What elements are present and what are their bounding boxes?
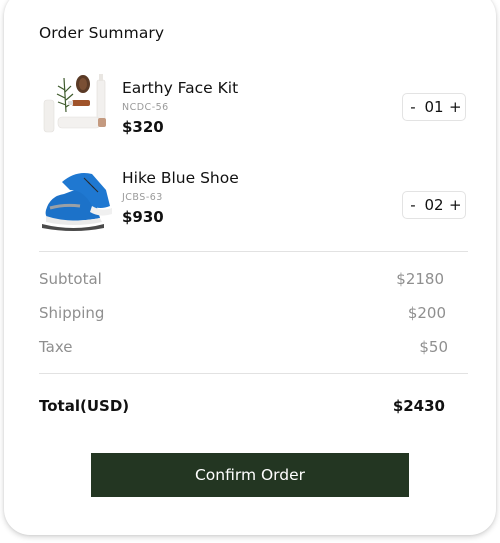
tax-value: $50 bbox=[419, 338, 448, 356]
order-summary-title: Order Summary bbox=[39, 24, 165, 42]
blue-sneakers-image bbox=[42, 173, 112, 231]
item-sku: JCBS-63 bbox=[122, 192, 163, 203]
shipping-value: $200 bbox=[407, 304, 446, 322]
decrement-button[interactable]: - bbox=[407, 196, 419, 214]
confirm-order-button[interactable]: Confirm Order bbox=[91, 453, 409, 497]
item-price: $320 bbox=[122, 118, 164, 136]
item-price: $930 bbox=[122, 208, 164, 226]
subtotal-label: Subtotal bbox=[39, 270, 102, 288]
decrement-button[interactable]: - bbox=[407, 98, 419, 116]
increment-button[interactable]: + bbox=[449, 196, 462, 214]
divider bbox=[39, 373, 468, 374]
shipping-label: Shipping bbox=[39, 304, 105, 322]
skincare-kit-image bbox=[43, 74, 106, 133]
total-label: Total(USD) bbox=[39, 397, 130, 415]
quantity-value[interactable]: 01 bbox=[419, 98, 449, 116]
divider bbox=[39, 251, 468, 252]
quantity-stepper: - 02 + bbox=[402, 191, 466, 219]
tax-label: Taxe bbox=[39, 338, 73, 356]
subtotal-row: Subtotal $2180 bbox=[39, 270, 448, 288]
total-value: $2430 bbox=[392, 397, 445, 415]
cart-item: Hike Blue Shoe JCBS-63 $930 - 02 + bbox=[40, 160, 470, 240]
increment-button[interactable]: + bbox=[449, 98, 462, 116]
cart-item: Earthy Face Kit NCDC-56 $320 - 01 + bbox=[40, 72, 470, 152]
item-name: Earthy Face Kit bbox=[122, 79, 239, 97]
item-sku: NCDC-56 bbox=[122, 102, 169, 113]
quantity-stepper: - 01 + bbox=[402, 93, 466, 121]
item-name: Hike Blue Shoe bbox=[122, 169, 239, 187]
subtotal-value: $2180 bbox=[396, 270, 444, 288]
shipping-row: Shipping $200 bbox=[39, 304, 448, 322]
total-row: Total(USD) $2430 bbox=[39, 397, 445, 415]
tax-row: Taxe $50 bbox=[39, 338, 448, 356]
quantity-value[interactable]: 02 bbox=[419, 196, 449, 214]
